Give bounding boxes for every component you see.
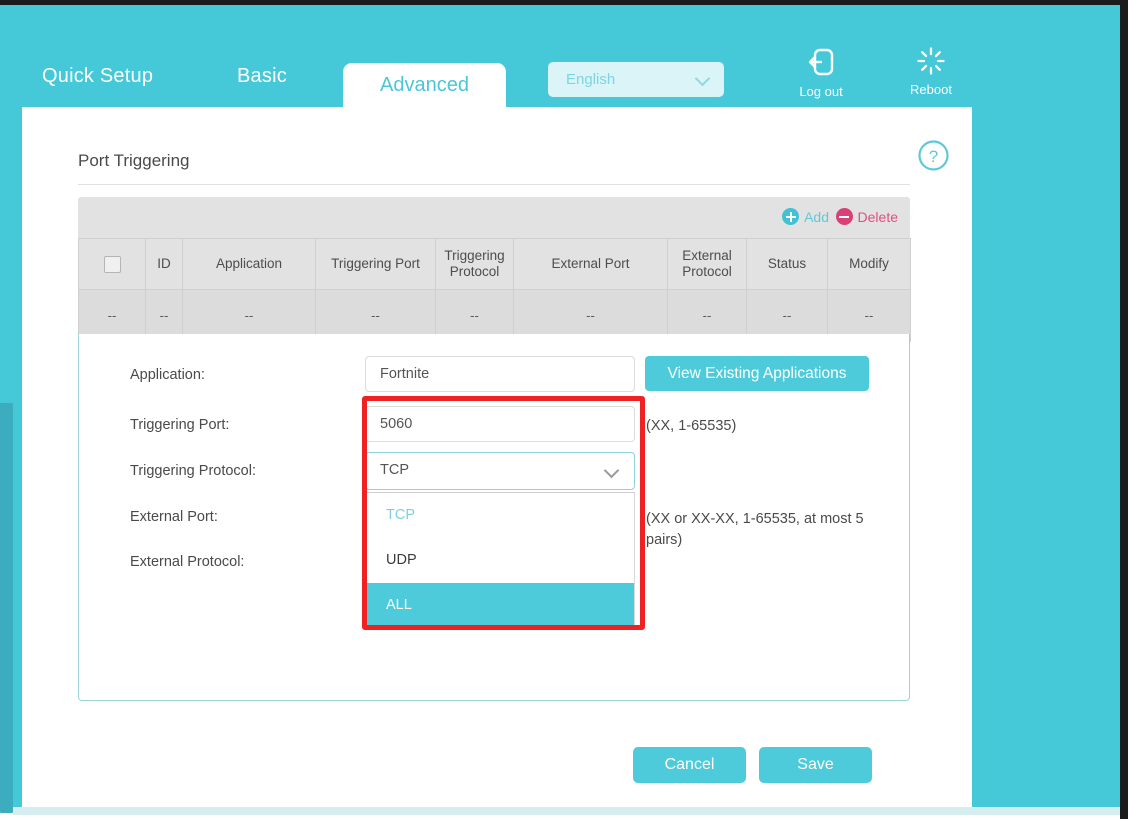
triggering-port-input[interactable] bbox=[365, 406, 635, 442]
delete-button-label: Delete bbox=[858, 209, 898, 225]
select-all-checkbox[interactable] bbox=[104, 256, 121, 273]
table-grid: ID Application Triggering Port Triggerin… bbox=[78, 238, 911, 342]
window-border-right bbox=[1120, 0, 1128, 819]
table-header-external-port: External Port bbox=[514, 239, 668, 290]
tab-advanced-label: Advanced bbox=[343, 74, 506, 97]
tab-basic[interactable]: Basic bbox=[237, 65, 287, 88]
title-divider bbox=[78, 184, 910, 185]
tab-basic-label: Basic bbox=[237, 65, 287, 87]
triggering-port-hint: (XX, 1-65535) bbox=[646, 416, 896, 437]
router-admin-screen: Quick Setup Basic Advanced English Log o… bbox=[0, 0, 1128, 819]
triggering-protocol-select[interactable]: TCP bbox=[365, 452, 635, 490]
table-header-external-protocol: External Protocol bbox=[668, 239, 747, 290]
reboot-label: Reboot bbox=[891, 82, 971, 97]
port-triggering-table: Add Delete ID bbox=[78, 197, 910, 342]
page-scrollbar-track[interactable] bbox=[0, 5, 13, 811]
add-button[interactable]: Add bbox=[782, 208, 829, 225]
external-protocol-label: External Protocol: bbox=[130, 554, 244, 570]
table-header-triggering-port: Triggering Port bbox=[316, 239, 436, 290]
top-navigation: Quick Setup Basic Advanced English Log o… bbox=[13, 5, 1120, 107]
dropdown-option-all[interactable]: ALL bbox=[366, 583, 634, 628]
form-row-triggering-protocol: Triggering Protocol: TCP bbox=[79, 452, 909, 490]
table-header-row: ID Application Triggering Port Triggerin… bbox=[79, 239, 911, 290]
minus-circle-icon bbox=[836, 208, 853, 225]
tab-advanced[interactable]: Advanced bbox=[343, 63, 506, 112]
language-selector-value: English bbox=[566, 71, 615, 88]
application-label: Application: bbox=[130, 367, 205, 383]
window-border-top bbox=[0, 0, 1128, 5]
chevron-down-icon bbox=[697, 73, 710, 86]
tab-quick-setup-label: Quick Setup bbox=[42, 65, 153, 87]
external-port-label: External Port: bbox=[130, 509, 218, 525]
tab-quick-setup[interactable]: Quick Setup bbox=[42, 65, 153, 88]
reboot-button[interactable]: Reboot bbox=[891, 47, 971, 97]
triggering-port-label: Triggering Port: bbox=[130, 417, 229, 433]
reboot-icon bbox=[917, 47, 945, 75]
table-header-triggering-protocol: Triggering Protocol bbox=[436, 239, 514, 290]
page-title: Port Triggering bbox=[78, 151, 190, 171]
chevron-down-icon bbox=[606, 465, 620, 479]
logout-button[interactable]: Log out bbox=[781, 47, 861, 99]
table-header-id: ID bbox=[146, 239, 183, 290]
cancel-button[interactable]: Cancel bbox=[633, 747, 746, 783]
plus-circle-icon bbox=[782, 208, 799, 225]
table-header-select-all bbox=[79, 239, 146, 290]
view-existing-applications-button[interactable]: View Existing Applications bbox=[645, 356, 869, 391]
dropdown-option-tcp[interactable]: TCP bbox=[366, 493, 634, 538]
table-header-modify: Modify bbox=[828, 239, 911, 290]
table-header-application: Application bbox=[183, 239, 316, 290]
table-header-status: Status bbox=[747, 239, 828, 290]
triggering-protocol-value: TCP bbox=[380, 462, 409, 478]
logout-label: Log out bbox=[781, 84, 861, 99]
page-scrollbar-thumb[interactable] bbox=[0, 403, 13, 813]
bottom-strip bbox=[13, 807, 1120, 815]
dropdown-option-udp[interactable]: UDP bbox=[366, 538, 634, 583]
form-row-application: Application: View Existing Applications bbox=[79, 356, 909, 394]
port-triggering-form: Application: View Existing Applications … bbox=[78, 334, 910, 701]
delete-button[interactable]: Delete bbox=[836, 208, 898, 225]
add-button-label: Add bbox=[804, 209, 829, 225]
language-selector[interactable]: English bbox=[548, 62, 724, 97]
form-row-triggering-port: Triggering Port: (XX, 1-65535) bbox=[79, 406, 909, 444]
save-button[interactable]: Save bbox=[759, 747, 872, 783]
application-input[interactable] bbox=[365, 356, 635, 392]
table-toolbar: Add Delete bbox=[78, 197, 910, 238]
svg-text:?: ? bbox=[929, 147, 938, 166]
triggering-protocol-label: Triggering Protocol: bbox=[130, 463, 256, 479]
logout-icon bbox=[807, 47, 835, 77]
triggering-protocol-dropdown-menu[interactable]: TCP UDP ALL bbox=[365, 492, 635, 629]
question-mark-icon[interactable]: ? bbox=[917, 139, 950, 172]
content-panel: Port Triggering ? Add Delete bbox=[22, 107, 972, 807]
